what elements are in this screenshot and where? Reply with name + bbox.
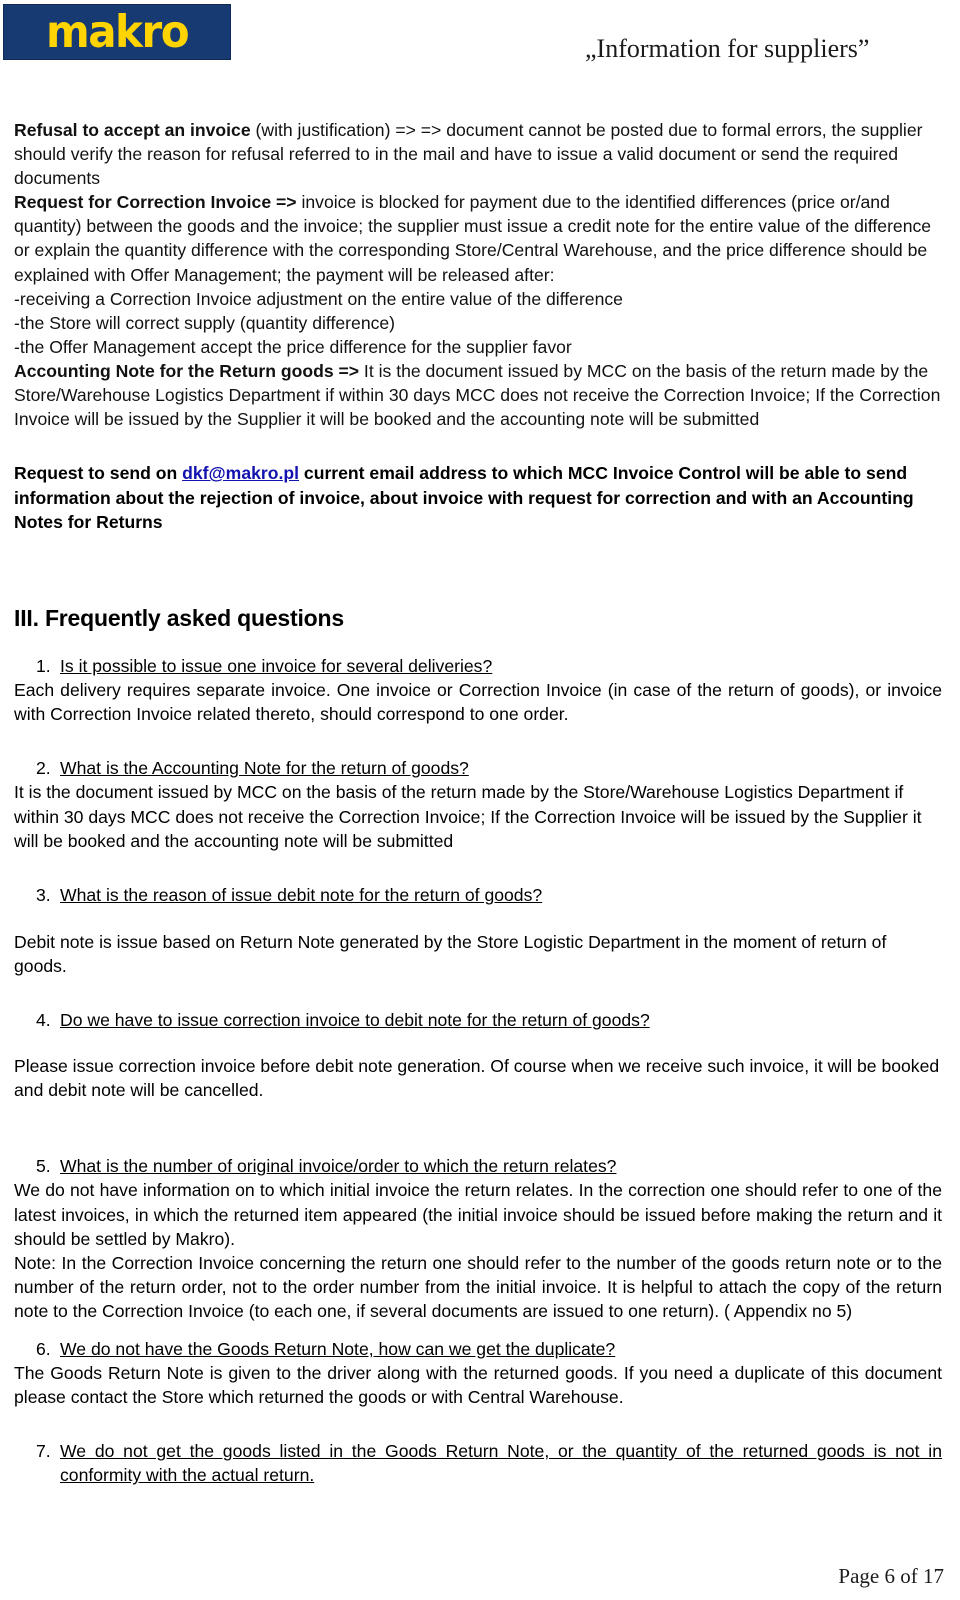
faq-question: 3. What is the reason of issue debit note… [14, 883, 942, 907]
bullet-receiving: -receiving a Correction Invoice adjustme… [14, 288, 623, 309]
faq-question: 1. Is it possible to issue one invoice fo… [14, 654, 942, 678]
faq-question-text: What is the reason of issue debit note f… [60, 884, 543, 905]
faq-question: 2. What is the Accounting Note for the re… [14, 756, 942, 780]
document-header: makro „Information for suppliers” [0, 0, 960, 95]
document-page: makro „Information for suppliers” Refusa… [0, 0, 960, 1600]
correction-label: Request for Correction Invoice => [14, 192, 297, 213]
faq-number: 4. [36, 1010, 51, 1031]
accounting-label: Accounting Note for the Return goods => [14, 360, 360, 381]
refusal-label: Refusal to accept an invoice [14, 120, 251, 140]
faq-question: 4. Do we have to issue correction invoice… [14, 1008, 942, 1032]
faq-question: 5. What is the number of original invoice… [14, 1154, 942, 1178]
faq-question-text: What is the number of original invoice/o… [60, 1156, 617, 1177]
faq-question-text: What is the Accounting Note for the retu… [60, 758, 469, 779]
faq-item: 7. We do not get the goods listed in the … [14, 1439, 942, 1487]
faq-number: 1. [36, 656, 51, 677]
makro-logo-text: makro [45, 5, 190, 58]
document-body: Refusal to accept an invoice (with justi… [14, 118, 942, 1487]
faq-answer: Please issue correction invoice before d… [14, 1056, 940, 1101]
email-link[interactable]: dkf@makro.pl [182, 463, 299, 483]
faq-number: 6. [36, 1338, 51, 1359]
faq-question-text: Do we have to issue correction invoice t… [60, 1010, 650, 1031]
faq-item: 6. We do not have the Goods Return Note, … [14, 1337, 942, 1409]
faq-answer: Each delivery requires separate invoice.… [14, 680, 942, 725]
faq-number: 5. [36, 1156, 51, 1177]
faq-number: 3. [36, 884, 51, 905]
faq-answer: It is the document issued by MCC on the … [14, 782, 922, 851]
paragraph-email-request: Request to send on dkf@makro.pl current … [14, 461, 942, 534]
faq-number: 2. [36, 758, 51, 779]
faq-number: 7. [36, 1441, 51, 1462]
faq-item: 2. What is the Accounting Note for the re… [14, 756, 942, 852]
email-prefix-text: Request to send on [14, 463, 183, 484]
faq-item: 1. Is it possible to issue one invoice fo… [14, 654, 942, 726]
section-heading-faq: III. Frequently asked questions [14, 605, 344, 632]
faq-question: 7. We do not get the goods listed in the … [14, 1439, 942, 1487]
bullet-store: -the Store will correct supply (quantity… [14, 312, 396, 333]
paragraph-refusal: Refusal to accept an invoice (with justi… [14, 118, 942, 431]
faq-question-text: We do not get the goods listed in the Go… [60, 1441, 942, 1486]
faq-answer-note: Note: In the Correction Invoice concerni… [14, 1252, 942, 1321]
page-number: Page 6 of 17 [838, 1564, 944, 1588]
faq-item: 4. Do we have to issue correction invoice… [14, 1008, 942, 1102]
faq-answer: Debit note is issue based on Return Note… [14, 931, 887, 976]
header-title: „Information for suppliers” [585, 34, 870, 63]
makro-logo: makro [3, 4, 231, 60]
faq-item: 5. What is the number of original invoice… [14, 1154, 942, 1323]
faq-question-text: We do not have the Goods Return Note, ho… [60, 1338, 616, 1359]
faq-question: 6. We do not have the Goods Return Note, … [14, 1337, 942, 1361]
faq-answer: We do not have information on to which i… [14, 1180, 942, 1249]
faq-item: 3. What is the reason of issue debit note… [14, 883, 942, 978]
faq-question-text: Is it possible to issue one invoice for … [60, 656, 493, 677]
faq-answer: The Goods Return Note is given to the dr… [14, 1363, 942, 1408]
bullet-offer: -the Offer Management accept the price d… [14, 336, 572, 357]
